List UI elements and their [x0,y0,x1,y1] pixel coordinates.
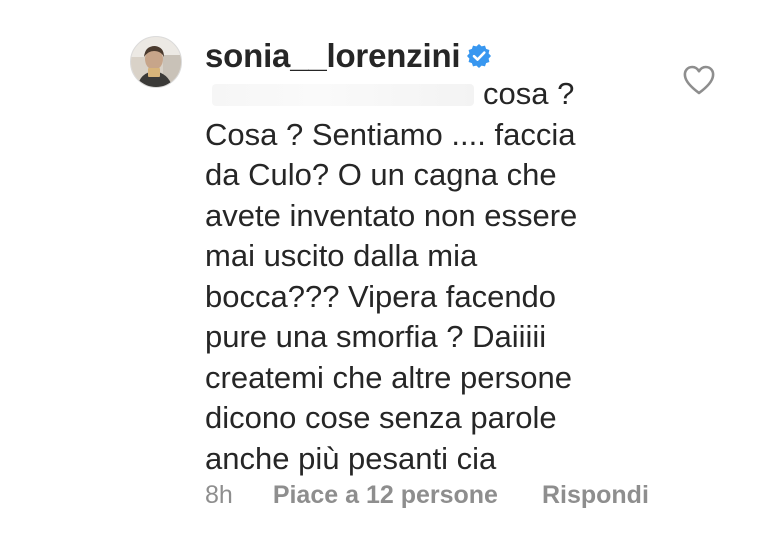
reply-button[interactable]: Rispondi [542,481,649,510]
username[interactable]: sonia__lorenzini [205,37,461,75]
comment-line: cosa ? [483,76,575,111]
comment-line: dicono cose senza parole [205,400,557,435]
comment: sonia__lorenzini cosa ? Cosa ? Sentiamo .… [0,0,767,552]
username-row: sonia__lorenzini [205,36,492,76]
comment-timestamp: 8h [205,480,233,509]
likes-count-link[interactable]: Piace a 12 persone [273,481,498,510]
comment-line: da Culo? O un cagna che [205,157,557,192]
comment-line: createmi che altre persone [205,359,573,395]
comment-line: pure una smorfia ? Daiiiii [205,319,547,354]
verified-badge-icon [466,43,492,69]
avatar-photo [131,37,181,87]
comment-line: anche più pesanti cia [205,440,497,476]
comment-line: bocca??? Vipera facendo [205,278,557,314]
heart-outline-icon[interactable] [682,64,716,96]
comment-text: cosa ? Cosa ? Sentiamo .... faccia da Culo… [205,74,665,479]
comment-line: Cosa ? Sentiamo .... faccia [205,116,576,152]
comment-line: mai uscito dalla mia [205,238,478,273]
comment-line: avete inventato non essere [205,197,578,233]
avatar[interactable] [130,36,182,88]
comment-meta: 8h Piace a 12 persone Rispondi [205,477,649,513]
